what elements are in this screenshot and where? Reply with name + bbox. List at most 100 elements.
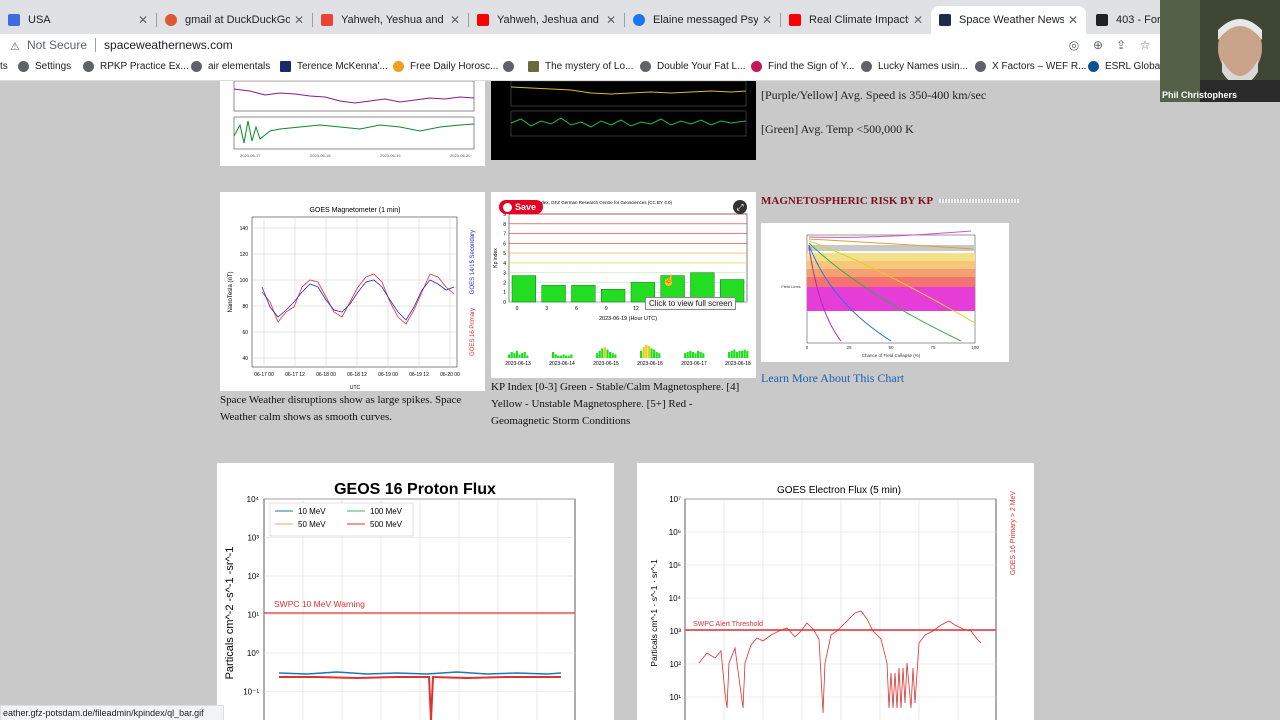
tab-space-weather-news[interactable]: Space Weather News ✕ [931, 6, 1086, 34]
bookmark-esrl[interactable]: ESRL Global [1088, 61, 1162, 72]
solar-wind-plot-ace[interactable]: 2023-06-17 2023-06-18 2023-06-19 2023-06… [220, 81, 485, 166]
bookmark-double-fat[interactable]: Double Your Fat L... [640, 61, 745, 72]
x-tick-label: 9 [605, 306, 608, 312]
mini-date-label: 2023-06-14 [549, 361, 575, 367]
legend-500mev: 500 MeV [370, 520, 403, 529]
kp-index-caption: KP Index [0-3] Green - Stable/Calm Magne… [491, 381, 740, 427]
right-label-secondary: GOES 14/15 Secondary [470, 230, 476, 294]
mini-bar [733, 349, 736, 358]
close-icon[interactable]: ✕ [606, 13, 616, 27]
bookmark-settings[interactable]: Settings [18, 61, 71, 72]
tab-duckduckgo[interactable]: gmail at DuckDuckGo ✕ [157, 6, 312, 34]
proton-title: GEOS 16 Proton Flux [334, 481, 496, 498]
proton-y-ticks: 10⁴ 10³ 10² 10¹ 10⁰ 10⁻¹ [243, 495, 259, 697]
share-icon[interactable]: ⇪ [1113, 37, 1129, 53]
electron-flux-chart[interactable]: GOES Electron Flux (5 min) 10⁷ 10⁶ 10⁵ 10⁴ 1… [637, 463, 1034, 720]
bookmark-terence[interactable]: Terence McKenna'... [280, 61, 388, 72]
globe-icon [83, 61, 94, 72]
mini-bar [565, 355, 568, 358]
bookmark-lucky-names[interactable]: Lucky Names usin... [861, 61, 968, 72]
star-icon[interactable]: ☆ [1137, 37, 1153, 53]
kp-index-chart[interactable]: Kp index, GFZ German Research Centre for… [491, 192, 756, 378]
tab-usa[interactable]: USA ✕ [0, 6, 156, 34]
tab-youtube-jeshua[interactable]: Yahweh, Jeshua and the E ✕ [469, 6, 624, 34]
tab-facebook[interactable]: Elaine messaged Psychic ✕ [625, 6, 780, 34]
x-tick-label: 75 [930, 345, 936, 350]
youtube-icon [789, 14, 801, 26]
save-label: Save [515, 202, 537, 212]
kp-bar [541, 285, 566, 303]
goes-magnetometer-caption: Space Weather disruptions show as large … [220, 394, 462, 423]
mini-bar [552, 352, 555, 358]
x-tick-label: 06-19 00 [378, 372, 398, 378]
x-tick-label: 12 [633, 306, 639, 312]
y-tick-label: 60 [242, 330, 248, 336]
bookmark-label: ESRL Global [1105, 61, 1163, 72]
tab-403-forbidden[interactable]: 403 - Forbi [1088, 6, 1168, 34]
proton-flux-chart[interactable]: GEOS 16 Proton Flux 10⁴ 10³ 10² 10¹ 10⁰ 10⁻¹ … [217, 463, 614, 720]
x-tick-label: 3 [545, 306, 548, 312]
fullscreen-icon[interactable]: ⤢ [733, 200, 747, 214]
mini-bar [691, 352, 694, 358]
security-label[interactable]: Not Secure [27, 38, 87, 52]
address-bar[interactable]: ⚠ Not Secure spaceweathernews.com [10, 34, 233, 56]
y-tick-label: 10⁵ [669, 561, 681, 570]
alert-threshold-label: SWPC Alert Threshold [693, 621, 763, 628]
bookmark-x-factors[interactable]: X Factors – WEF R... [975, 61, 1086, 72]
solar-wind-dscovr-svg [510, 81, 747, 137]
mini-bar [562, 354, 565, 358]
close-icon[interactable]: ✕ [1068, 13, 1078, 27]
y-tick-label: 0 [503, 300, 506, 306]
close-icon[interactable]: ✕ [294, 13, 304, 27]
bookmark-find-sign[interactable]: Find the Sign of Y... [751, 61, 854, 72]
kp-bar [601, 289, 626, 303]
flag-icon [8, 14, 20, 26]
magnetospheric-risk-chart[interactable]: Field Lines 0 25 50 75 100 Chance of Field C… [761, 223, 1009, 362]
tooltip-fullscreen: Click to view full screen [645, 297, 737, 310]
mini-date-label: 2023-06-13 [505, 361, 531, 367]
tab-gmail[interactable]: Yahweh, Yeshua and the H ✕ [313, 6, 468, 34]
mini-bar [523, 352, 526, 358]
y-tick-labels: 140 120 100 80 60 40 [240, 226, 249, 362]
mini-date-label: 2023-06-18 [725, 361, 751, 367]
globe-icon [503, 61, 514, 72]
bookmark-label: RPKP Practice Ex... [100, 61, 189, 72]
y-axis-label: NanoTesla (nT) [228, 271, 234, 312]
x-tick-labels: 06-17 00 06-17 12 06-18 00 06-18 12 06-19 00… [254, 372, 460, 378]
mini-bar [743, 349, 746, 358]
goes-magnetometer-chart[interactable]: GOES Magnetometer (1 min) 140 120 100 80 60 4… [220, 192, 485, 391]
close-icon[interactable]: ✕ [913, 13, 923, 27]
warning-label: SWPC 10 MeV Warning [274, 599, 365, 609]
mini-bar [557, 355, 560, 358]
bookmark-air-elementals[interactable]: air elementals [191, 61, 270, 72]
divider [95, 38, 97, 52]
learn-more-link[interactable]: Learn More About This Chart [761, 371, 904, 386]
y-tick-label: 10² [669, 660, 681, 669]
close-icon[interactable]: ✕ [138, 13, 148, 27]
proton-y-label: Particals cm^-2 -s^-1 -sr^-1 [224, 547, 236, 680]
kp-header: Kp index, GFZ German Research Centre for… [531, 200, 672, 205]
tab-title: USA [28, 14, 51, 26]
mini-bar [601, 348, 604, 358]
bookmark-globe[interactable] [503, 61, 520, 72]
duckduckgo-icon [165, 14, 177, 26]
pinterest-save-button[interactable]: Save [499, 200, 544, 214]
solar-wind-plot-dscovr[interactable] [491, 81, 756, 160]
tab-youtube-climate[interactable]: Real Climate Impacts, Su ✕ [781, 6, 931, 34]
bookmark-horoscope[interactable]: Free Daily Horosc... [393, 61, 498, 72]
install-icon[interactable]: ⊕ [1090, 37, 1106, 53]
close-icon[interactable]: ✕ [762, 13, 772, 27]
bookmark-prefix[interactable]: ts [0, 61, 8, 72]
eye-off-icon[interactable]: ◎ [1066, 37, 1082, 53]
bookmark-mystery[interactable]: The mystery of Lo... [528, 61, 633, 72]
warning-icon[interactable]: ⚠ [10, 40, 21, 53]
solar-wind-speed-text: [Purple/Yellow] Avg. Speed is 350-400 km… [761, 88, 987, 102]
url-text[interactable]: spaceweathernews.com [104, 38, 233, 52]
bookmark-rpkp[interactable]: RPKP Practice Ex... [83, 61, 189, 72]
bookmark-label: Lucky Names usin... [878, 61, 969, 72]
sun-icon [393, 61, 404, 72]
mini-bar [702, 353, 705, 358]
mini-bar [570, 354, 573, 358]
close-icon[interactable]: ✕ [450, 13, 460, 27]
mini-bar [699, 352, 702, 358]
